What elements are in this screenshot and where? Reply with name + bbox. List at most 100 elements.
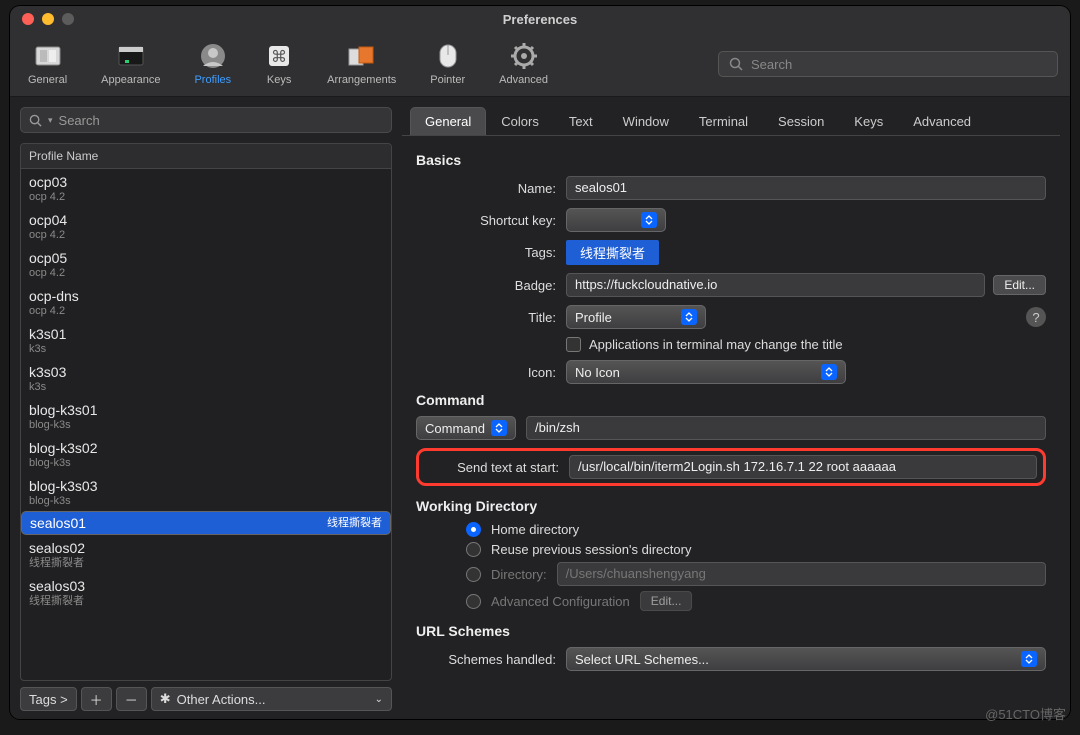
icon-select[interactable]: No Icon bbox=[566, 360, 846, 384]
sidebar-footer: Tags > ＋ － ✱ Other Actions... ⌄ bbox=[20, 687, 392, 711]
add-profile-button[interactable]: ＋ bbox=[81, 687, 112, 711]
wd-advanced-radio[interactable] bbox=[466, 594, 481, 609]
toolbar-pointer[interactable]: Pointer bbox=[424, 38, 471, 90]
wd-reuse-label: Reuse previous session's directory bbox=[491, 542, 691, 557]
profile-name: ocp03 bbox=[29, 173, 383, 191]
toolbar: General Appearance Profiles ⌘ Keys bbox=[10, 32, 1070, 97]
toolbar-label: Arrangements bbox=[327, 74, 396, 86]
profile-icon bbox=[199, 42, 227, 70]
profile-tags: 线程撕裂者 bbox=[327, 517, 382, 530]
profile-list: Profile Name ocp03ocp 4.2ocp04ocp 4.2ocp… bbox=[20, 143, 392, 681]
profile-name: sealos03 bbox=[29, 577, 383, 595]
profile-row[interactable]: sealos03线程撕裂者 bbox=[21, 573, 391, 611]
profile-tags: k3s bbox=[29, 343, 383, 356]
tab-colors[interactable]: Colors bbox=[486, 107, 554, 135]
send-text-label: Send text at start: bbox=[425, 460, 559, 475]
toolbar-advanced[interactable]: Advanced bbox=[493, 38, 554, 90]
profile-tags: ocp 4.2 bbox=[29, 267, 383, 280]
profile-search[interactable]: ▾ Search bbox=[20, 107, 392, 133]
watermark: @51CTO博客 bbox=[985, 704, 1066, 723]
profile-name: ocp05 bbox=[29, 249, 383, 267]
profile-row[interactable]: blog-k3s03blog-k3s bbox=[21, 473, 391, 511]
title-help-button[interactable]: ? bbox=[1026, 307, 1046, 327]
wd-directory-radio[interactable] bbox=[466, 567, 481, 582]
basics-header: Basics bbox=[416, 152, 1046, 168]
wd-header: Working Directory bbox=[416, 498, 1046, 514]
profile-row[interactable]: blog-k3s02blog-k3s bbox=[21, 435, 391, 473]
wd-directory-field[interactable]: /Users/chuanshengyang bbox=[557, 562, 1046, 586]
icon-label: Icon: bbox=[416, 365, 556, 380]
toolbar-general[interactable]: General bbox=[22, 38, 73, 90]
profile-row[interactable]: ocp03ocp 4.2 bbox=[21, 169, 391, 207]
wd-reuse-radio[interactable] bbox=[466, 542, 481, 557]
profile-row[interactable]: k3s03k3s bbox=[21, 359, 391, 397]
profile-row[interactable]: sealos02线程撕裂者 bbox=[21, 535, 391, 573]
command-mode-select[interactable]: Command bbox=[416, 416, 516, 440]
toolbar-keys[interactable]: ⌘ Keys bbox=[259, 38, 299, 90]
main-area: ▾ Search Profile Name ocp03ocp 4.2ocp04o… bbox=[10, 97, 1070, 719]
toolbar-label: Advanced bbox=[499, 74, 548, 86]
tab-window[interactable]: Window bbox=[608, 107, 684, 135]
tags-label: Tags: bbox=[416, 245, 556, 260]
profile-list-header[interactable]: Profile Name bbox=[21, 144, 391, 169]
gear-icon: ✱ bbox=[160, 691, 171, 707]
profile-tags: blog-k3s bbox=[29, 419, 383, 432]
toolbar-arrangements[interactable]: Arrangements bbox=[321, 38, 402, 90]
chevron-down-icon: ▾ bbox=[48, 115, 53, 126]
profile-row[interactable]: k3s01k3s bbox=[21, 321, 391, 359]
profile-row[interactable]: ocp-dnsocp 4.2 bbox=[21, 283, 391, 321]
other-actions-dropdown[interactable]: ✱ Other Actions... ⌄ bbox=[151, 687, 392, 711]
schemes-select[interactable]: Select URL Schemes... bbox=[566, 647, 1046, 671]
updown-icon bbox=[681, 309, 697, 325]
profile-list-body[interactable]: ocp03ocp 4.2ocp04ocp 4.2ocp05ocp 4.2ocp-… bbox=[21, 169, 391, 680]
tab-advanced[interactable]: Advanced bbox=[898, 107, 986, 135]
tab-general[interactable]: General bbox=[410, 107, 486, 135]
toolbar-profiles[interactable]: Profiles bbox=[188, 38, 237, 90]
profile-search-placeholder: Search bbox=[59, 113, 100, 128]
tab-keys[interactable]: Keys bbox=[839, 107, 898, 135]
profile-name: ocp-dns bbox=[29, 287, 383, 305]
updown-icon bbox=[491, 420, 507, 436]
search-icon bbox=[29, 114, 42, 127]
tag-chip[interactable]: 线程撕裂者 bbox=[566, 240, 659, 265]
wd-advanced-label: Advanced Configuration bbox=[491, 594, 630, 609]
wd-advanced-edit-button: Edit... bbox=[640, 591, 693, 611]
title-select[interactable]: Profile bbox=[566, 305, 706, 329]
profile-row[interactable]: blog-k3s01blog-k3s bbox=[21, 397, 391, 435]
tab-session[interactable]: Session bbox=[763, 107, 839, 135]
name-field[interactable]: sealos01 bbox=[566, 176, 1046, 200]
profile-name: sealos01 bbox=[30, 514, 86, 532]
toolbar-label: Pointer bbox=[430, 74, 465, 86]
badge-field[interactable]: https://fuckcloudnative.io bbox=[566, 273, 985, 297]
chevron-down-icon: ⌄ bbox=[375, 694, 383, 705]
send-text-field[interactable]: /usr/local/bin/iterm2Login.sh 172.16.7.1… bbox=[569, 455, 1037, 479]
profile-row[interactable]: ocp05ocp 4.2 bbox=[21, 245, 391, 283]
wd-directory-label: Directory: bbox=[491, 567, 547, 582]
command-field[interactable]: /bin/zsh bbox=[526, 416, 1046, 440]
url-header: URL Schemes bbox=[416, 623, 1046, 639]
shortcut-key-select[interactable] bbox=[566, 208, 666, 232]
search-icon bbox=[729, 57, 743, 71]
apps-change-title-checkbox[interactable] bbox=[566, 337, 581, 352]
general-panel: Basics Name: sealos01 Shortcut key: Tags… bbox=[402, 136, 1060, 711]
tab-text[interactable]: Text bbox=[554, 107, 608, 135]
profile-tags: blog-k3s bbox=[29, 457, 383, 470]
toolbar-appearance[interactable]: Appearance bbox=[95, 38, 166, 90]
badge-edit-button[interactable]: Edit... bbox=[993, 275, 1046, 295]
badge-label: Badge: bbox=[416, 278, 556, 293]
tab-terminal[interactable]: Terminal bbox=[684, 107, 763, 135]
profile-tags: ocp 4.2 bbox=[29, 191, 383, 204]
gear-icon bbox=[510, 42, 538, 70]
profile-row[interactable]: ocp04ocp 4.2 bbox=[21, 207, 391, 245]
profile-tags: 线程撕裂者 bbox=[29, 595, 383, 608]
updown-icon bbox=[821, 364, 837, 380]
remove-profile-button[interactable]: － bbox=[116, 687, 147, 711]
wd-home-radio[interactable] bbox=[466, 522, 481, 537]
toolbar-search[interactable]: Search bbox=[718, 51, 1058, 77]
profile-name: k3s01 bbox=[29, 325, 383, 343]
profile-row[interactable]: sealos01 线程撕裂者 bbox=[21, 511, 391, 535]
profile-name: blog-k3s03 bbox=[29, 477, 383, 495]
tags-dropdown-button[interactable]: Tags > bbox=[20, 687, 77, 711]
apps-change-title-label: Applications in terminal may change the … bbox=[589, 337, 843, 352]
toolbar-items: General Appearance Profiles ⌘ Keys bbox=[22, 38, 554, 90]
